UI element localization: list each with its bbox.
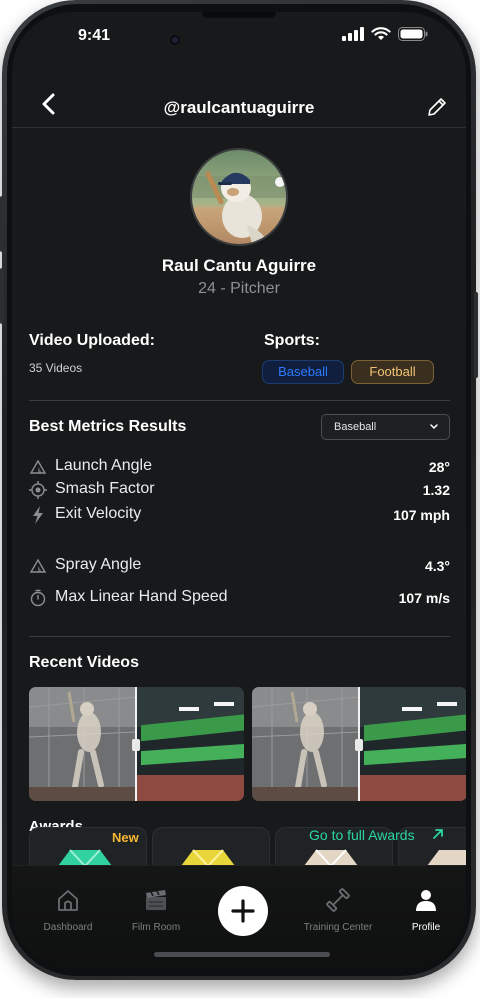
recent-videos-title: Recent Videos [29, 654, 139, 671]
video-thumbnail[interactable] [29, 687, 244, 801]
tab-label: Dashboard [43, 922, 93, 933]
avatar-image [192, 150, 286, 244]
tab-label: Profile [411, 922, 441, 933]
front-camera [170, 35, 180, 45]
home-indicator[interactable] [154, 952, 330, 957]
metric-label: Launch Angle [55, 457, 152, 474]
section-divider [29, 636, 450, 637]
sports-label: Sports: [264, 332, 320, 349]
username-handle: @raulcantuaguirre [163, 98, 315, 117]
target-icon [29, 481, 47, 499]
metrics-title: Best Metrics Results [29, 418, 187, 435]
bolt-icon [33, 506, 43, 524]
dumbbell-icon [326, 888, 350, 912]
section-divider [29, 400, 450, 401]
metric-value: 107 m/s [398, 590, 450, 606]
video-count: 35 Videos [29, 361, 83, 375]
metric-label: Max Linear Hand Speed [55, 588, 228, 605]
swing-comparison-image [29, 687, 244, 801]
app-screen: 9:41 @raulcantuaguirre Raul Cantu Aguirr… [12, 12, 466, 968]
metric-row: Max Linear Hand Speed 107 m/s [29, 587, 450, 609]
metric-value: 1.32 [422, 482, 450, 498]
arrow-up-right-icon[interactable] [432, 828, 444, 840]
tab-label: Training Center [303, 922, 373, 933]
side-button [0, 196, 4, 252]
sport-tag-baseball[interactable]: Baseball [262, 360, 344, 384]
new-badge: New [112, 830, 139, 845]
sport-tag-football[interactable]: Football [351, 360, 434, 384]
avatar[interactable] [190, 148, 288, 246]
chevron-down-icon [430, 424, 438, 430]
house-icon [58, 890, 78, 911]
tab-dashboard[interactable]: Dashboard [23, 886, 113, 933]
metric-value: 4.3° [424, 558, 450, 574]
pencil-icon[interactable] [426, 96, 448, 118]
dropdown-value: Baseball [334, 421, 377, 433]
metric-label: Exit Velocity [55, 505, 142, 522]
speaker-notch [202, 12, 276, 18]
metric-label: Smash Factor [55, 480, 155, 497]
status-time: 9:41 [78, 27, 111, 44]
sport-filter-dropdown[interactable]: Baseball [321, 414, 450, 440]
profile-header: @raulcantuaguirre [12, 76, 466, 128]
metric-row: Smash Factor 1.32 [29, 479, 450, 501]
metric-value: 107 mph [393, 507, 450, 523]
wifi-icon [371, 27, 391, 40]
status-bar: 9:41 [12, 12, 466, 62]
battery-icon [398, 27, 428, 41]
triangle-icon [29, 558, 47, 573]
add-button[interactable] [218, 886, 268, 936]
metric-row: Launch Angle 28° [29, 456, 450, 478]
status-icons [342, 27, 428, 41]
profile-name: Raul Cantu Aguirre [161, 256, 317, 275]
metric-value: 28° [428, 459, 450, 475]
clapperboard-icon [146, 890, 166, 910]
metric-label: Spray Angle [55, 556, 142, 573]
side-button [0, 268, 4, 324]
tab-label: Film Room [131, 922, 181, 933]
tab-training-center[interactable]: Training Center [293, 886, 383, 933]
video-thumbnail[interactable] [252, 687, 466, 801]
tab-film-room[interactable]: Film Room [111, 886, 201, 933]
swing-comparison-image [252, 687, 466, 801]
side-button [474, 292, 478, 378]
triangle-icon [29, 459, 47, 474]
signal-icon [342, 27, 364, 41]
video-uploaded-label: Video Uploaded: [29, 332, 155, 349]
plus-icon [231, 899, 255, 923]
stopwatch-icon [30, 589, 46, 607]
user-icon [416, 890, 436, 911]
profile-subtitle: 24 - Pitcher [198, 280, 280, 297]
tab-profile[interactable]: Profile [381, 886, 466, 933]
metric-row: Exit Velocity 107 mph [29, 504, 450, 526]
go-to-awards-link[interactable]: Go to full Awards [309, 827, 415, 843]
metric-row: Spray Angle 4.3° [29, 555, 450, 577]
